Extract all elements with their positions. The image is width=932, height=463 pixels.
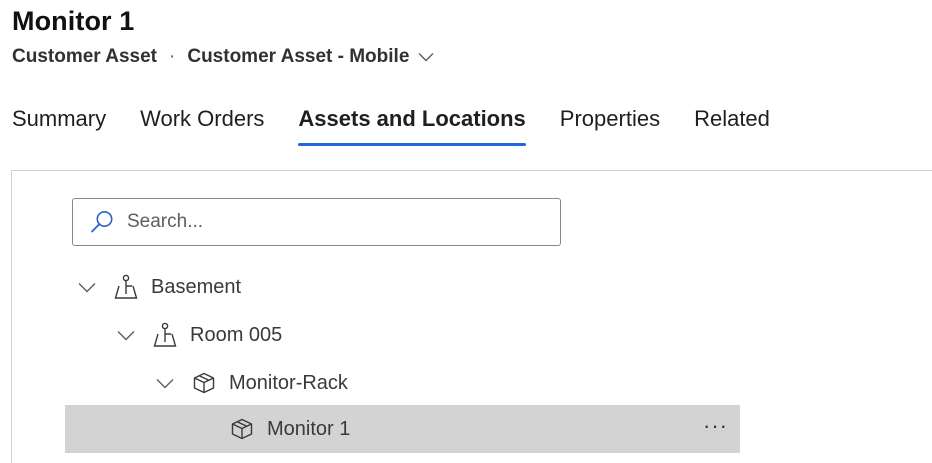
tree-node-monitor-1[interactable]: Monitor 1 ··· <box>65 405 740 453</box>
location-icon <box>152 322 178 348</box>
search-icon <box>89 209 119 235</box>
asset-box-icon <box>191 371 217 395</box>
tab-summary[interactable]: Summary <box>12 106 106 146</box>
tree-node-label: Monitor-Rack <box>229 371 348 394</box>
tab-properties[interactable]: Properties <box>560 106 660 146</box>
tab-related[interactable]: Related <box>694 106 770 146</box>
tree-node-label: Basement <box>151 275 242 298</box>
location-icon <box>113 274 139 300</box>
more-options-icon[interactable]: ··· <box>703 413 728 439</box>
chevron-down-icon[interactable] <box>77 282 97 293</box>
page-title: Monitor 1 <box>12 6 135 36</box>
tree-node-label: Room 005 <box>190 323 283 346</box>
record-subtitle: Customer Asset · Customer Asset - Mobile <box>12 46 434 68</box>
chevron-down-icon[interactable] <box>116 330 136 341</box>
search-box[interactable] <box>72 198 561 246</box>
search-input[interactable] <box>127 211 527 233</box>
chevron-down-icon <box>418 52 434 62</box>
form-name: Customer Asset - Mobile <box>187 46 410 67</box>
separator: · <box>169 46 176 67</box>
tab-bar: Summary Work Orders Assets and Locations… <box>12 106 804 148</box>
chevron-down-icon[interactable] <box>155 378 175 389</box>
asset-box-icon <box>229 417 255 441</box>
form-selector[interactable]: Customer Asset - Mobile <box>187 46 434 68</box>
asset-form-page: Monitor 1 Customer Asset · Customer Asse… <box>0 0 932 463</box>
tree-node-room-005[interactable]: Room 005 <box>65 311 740 359</box>
tab-work-orders[interactable]: Work Orders <box>140 106 264 146</box>
tab-assets-and-locations[interactable]: Assets and Locations <box>298 106 527 146</box>
tree-node-basement[interactable]: Basement <box>65 263 740 311</box>
tree-node-monitor-rack[interactable]: Monitor-Rack <box>65 359 740 407</box>
entity-name: Customer Asset <box>12 46 158 67</box>
tree-node-label: Monitor 1 <box>267 417 351 440</box>
